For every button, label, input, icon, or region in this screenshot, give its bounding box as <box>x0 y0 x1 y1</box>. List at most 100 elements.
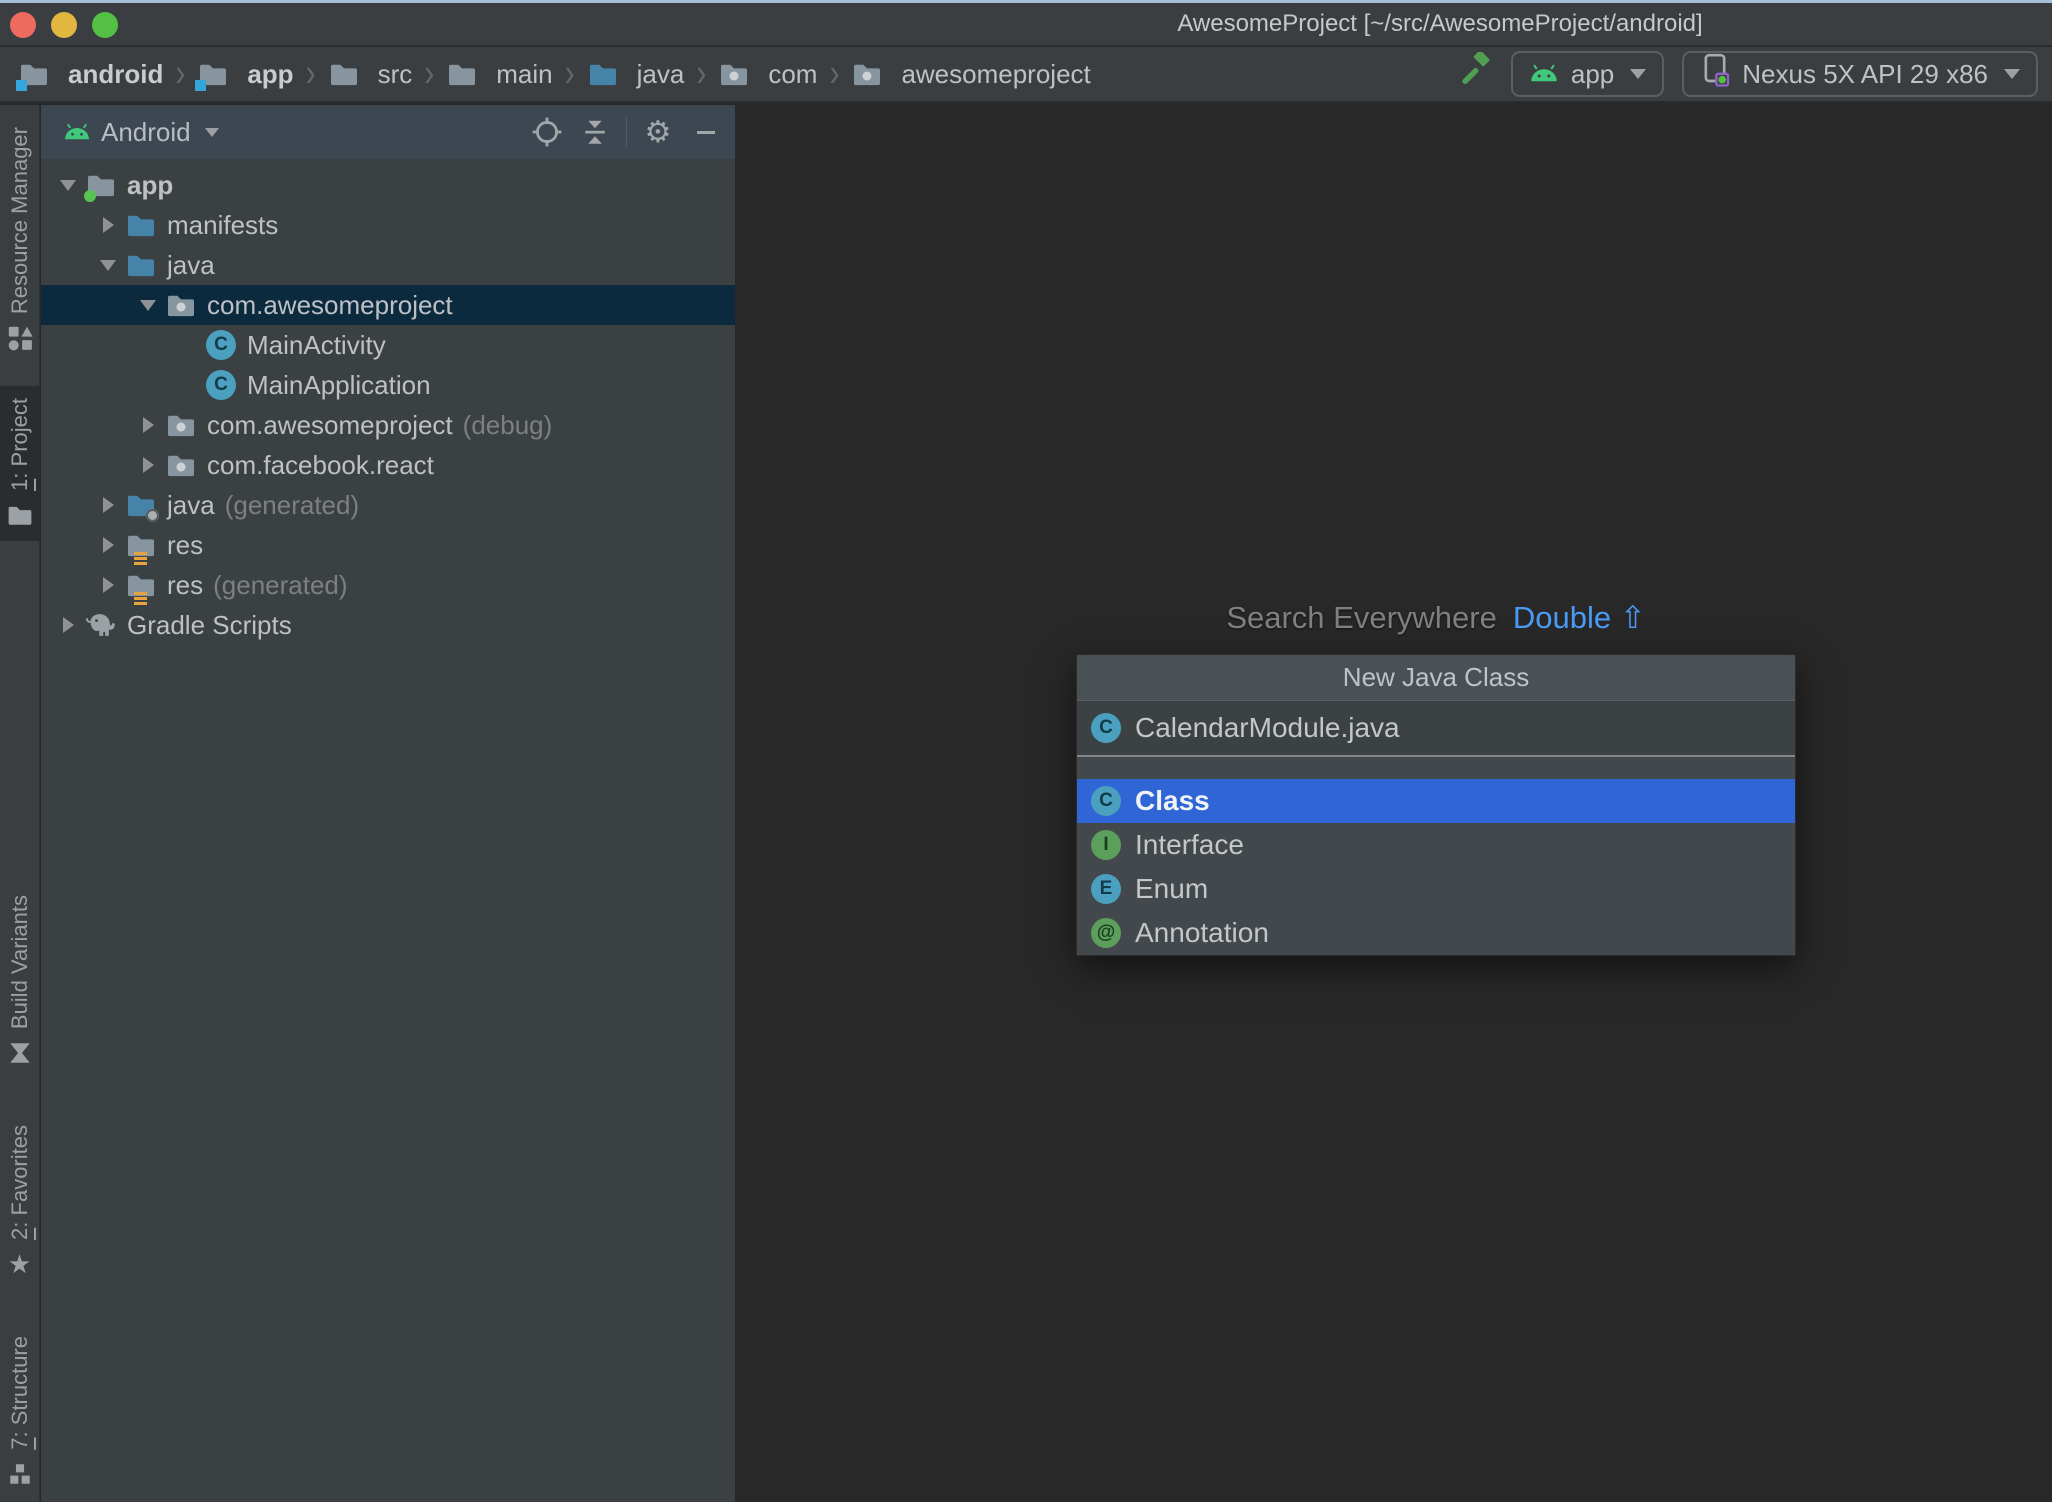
kind-item-annotation[interactable]: @ Annotation <box>1077 911 1795 955</box>
android-robot-icon <box>63 117 91 148</box>
package-icon <box>165 291 197 319</box>
package-icon <box>718 60 750 88</box>
expand-arrow-icon[interactable] <box>91 537 125 553</box>
project-panel-header: Android ⚙ <box>41 105 735 159</box>
expand-arrow-icon[interactable] <box>131 417 165 433</box>
enum-icon: E <box>1091 874 1121 904</box>
tree-row-com.facebook.react[interactable]: com.facebook.react <box>41 445 735 485</box>
breadcrumb-item-app[interactable]: app <box>195 59 294 91</box>
project-view-selector[interactable]: Android <box>63 117 219 148</box>
build-variants-icon <box>6 1039 34 1067</box>
module-icon <box>16 60 50 91</box>
tree-row-mainapplication[interactable]: C MainApplication <box>41 365 735 405</box>
zoom-window-button[interactable] <box>92 12 118 38</box>
chevron-down-icon <box>204 127 219 137</box>
toolbar-separator <box>626 117 627 147</box>
folder-icon <box>446 60 478 88</box>
kind-item-interface[interactable]: I Interface <box>1077 823 1795 867</box>
module-icon <box>195 60 229 91</box>
tree-row-label: MainApplication <box>247 369 431 400</box>
popup-spacer <box>1077 757 1795 779</box>
annotation-icon: @ <box>1091 918 1121 948</box>
chevron-down-icon <box>1630 69 1647 79</box>
kind-item-label: Class <box>1135 785 1210 816</box>
stripe-tab-favorites[interactable]: 2: Favorites ★ <box>0 1113 40 1290</box>
tree-row-gradle-scripts[interactable]: Gradle Scripts <box>41 605 735 645</box>
project-view-label: Android <box>101 116 191 147</box>
breadcrumb-separator: › <box>175 51 186 95</box>
virtual-device-icon <box>1700 53 1730 96</box>
kind-item-label: Enum <box>1135 873 1209 904</box>
kind-item-enum[interactable]: E Enum <box>1077 867 1795 911</box>
tree-row-label: com.facebook.react <box>207 449 434 480</box>
tree-row-label: java <box>167 489 215 520</box>
kind-item-label: Annotation <box>1135 917 1269 948</box>
locate-file-button[interactable] <box>530 115 564 149</box>
tree-row-label: com.awesomeproject <box>207 409 453 440</box>
stripe-tab-label: 7: Structure <box>6 1336 32 1450</box>
folder-icon <box>328 60 360 88</box>
tree-row-com.awesomeproject[interactable]: com.awesomeproject <box>41 285 735 325</box>
breadcrumb-item-java[interactable]: java <box>587 59 684 90</box>
tree-row-suffix: (generated) <box>224 489 360 520</box>
stripe-tab-resource-manager[interactable]: Resource Manager <box>0 115 40 364</box>
tree-row-java[interactable]: java (generated) <box>41 485 735 525</box>
tool-window-stripe: Resource Manager 1: Project Build Variant… <box>0 105 40 1502</box>
project-icon <box>6 501 34 529</box>
title-bar: AwesomeProject [~/src/AwesomeProject/and… <box>0 3 2052 46</box>
collapse-all-button[interactable] <box>578 115 612 149</box>
breadcrumb-separator: › <box>305 51 316 95</box>
popup-title: New Java Class <box>1077 655 1795 701</box>
class-icon: C <box>205 370 237 400</box>
device-select[interactable]: Nexus 5X API 29 x86 <box>1682 51 2038 97</box>
class-name-value: CalendarModule.java <box>1135 712 1400 743</box>
tree-row-label: app <box>127 169 174 200</box>
stripe-tab-project[interactable]: 1: Project <box>0 386 40 542</box>
stripe-tab-label: 2: Favorites <box>6 1125 32 1241</box>
folder-blue-icon <box>587 60 619 88</box>
minimize-window-button[interactable] <box>51 12 77 38</box>
settings-gear-button[interactable]: ⚙ <box>641 115 675 149</box>
breadcrumb-item-main[interactable]: main <box>446 59 553 90</box>
breadcrumb-item-src[interactable]: src <box>328 59 412 90</box>
breadcrumb-item-awesomeproject[interactable]: awesomeproject <box>851 59 1091 90</box>
expand-arrow-icon[interactable] <box>51 617 85 633</box>
tree-row-res[interactable]: res <box>41 525 735 565</box>
tree-row-com.awesomeproject[interactable]: com.awesomeproject (debug) <box>41 405 735 445</box>
expand-arrow-icon[interactable] <box>91 497 125 513</box>
run-configuration-select[interactable]: app <box>1510 51 1665 97</box>
tree-row-app[interactable]: app <box>41 165 735 205</box>
tree-row-res[interactable]: res (generated) <box>41 565 735 605</box>
tree-row-manifests[interactable]: manifests <box>41 205 735 245</box>
class-name-input[interactable]: C CalendarModule.java <box>1077 701 1795 757</box>
build-hammer-button[interactable] <box>1459 50 1493 91</box>
expand-arrow-icon[interactable] <box>91 577 125 593</box>
tree-row-suffix: (generated) <box>213 569 348 600</box>
expand-arrow-icon[interactable] <box>131 299 165 311</box>
folder-res-icon <box>125 531 157 565</box>
tree-row-mainactivity[interactable]: C MainActivity <box>41 325 735 365</box>
breadcrumb-item-android[interactable]: android <box>16 59 163 91</box>
tree-row-label: MainActivity <box>247 329 386 360</box>
class-icon: C <box>1091 786 1121 816</box>
android-studio-window: AwesomeProject [~/src/AwesomeProject/and… <box>0 0 2052 1502</box>
expand-arrow-icon[interactable] <box>91 217 125 233</box>
stripe-tab-build-variants[interactable]: Build Variants <box>0 883 40 1079</box>
android-robot-icon <box>1529 59 1559 90</box>
interface-icon: I <box>1091 830 1121 860</box>
expand-arrow-icon[interactable] <box>131 457 165 473</box>
run-toolbar: app Nexus 5X API 29 x86 <box>1459 50 2038 97</box>
close-window-button[interactable] <box>10 12 36 38</box>
breadcrumb-item-com[interactable]: com <box>718 59 817 90</box>
expand-arrow-icon[interactable] <box>91 259 125 271</box>
tree-row-label: res <box>167 569 204 600</box>
class-icon: C <box>205 330 237 360</box>
stripe-tab-label: 1: Project <box>6 398 32 492</box>
stripe-tab-structure[interactable]: 7: Structure <box>0 1324 40 1500</box>
breadcrumb-separator: › <box>564 51 575 95</box>
tree-row-java[interactable]: java <box>41 245 735 285</box>
kind-item-class[interactable]: C Class <box>1077 779 1795 823</box>
chevron-down-icon <box>2004 69 2020 79</box>
expand-arrow-icon[interactable] <box>51 179 85 191</box>
hide-panel-button[interactable] <box>689 115 723 149</box>
